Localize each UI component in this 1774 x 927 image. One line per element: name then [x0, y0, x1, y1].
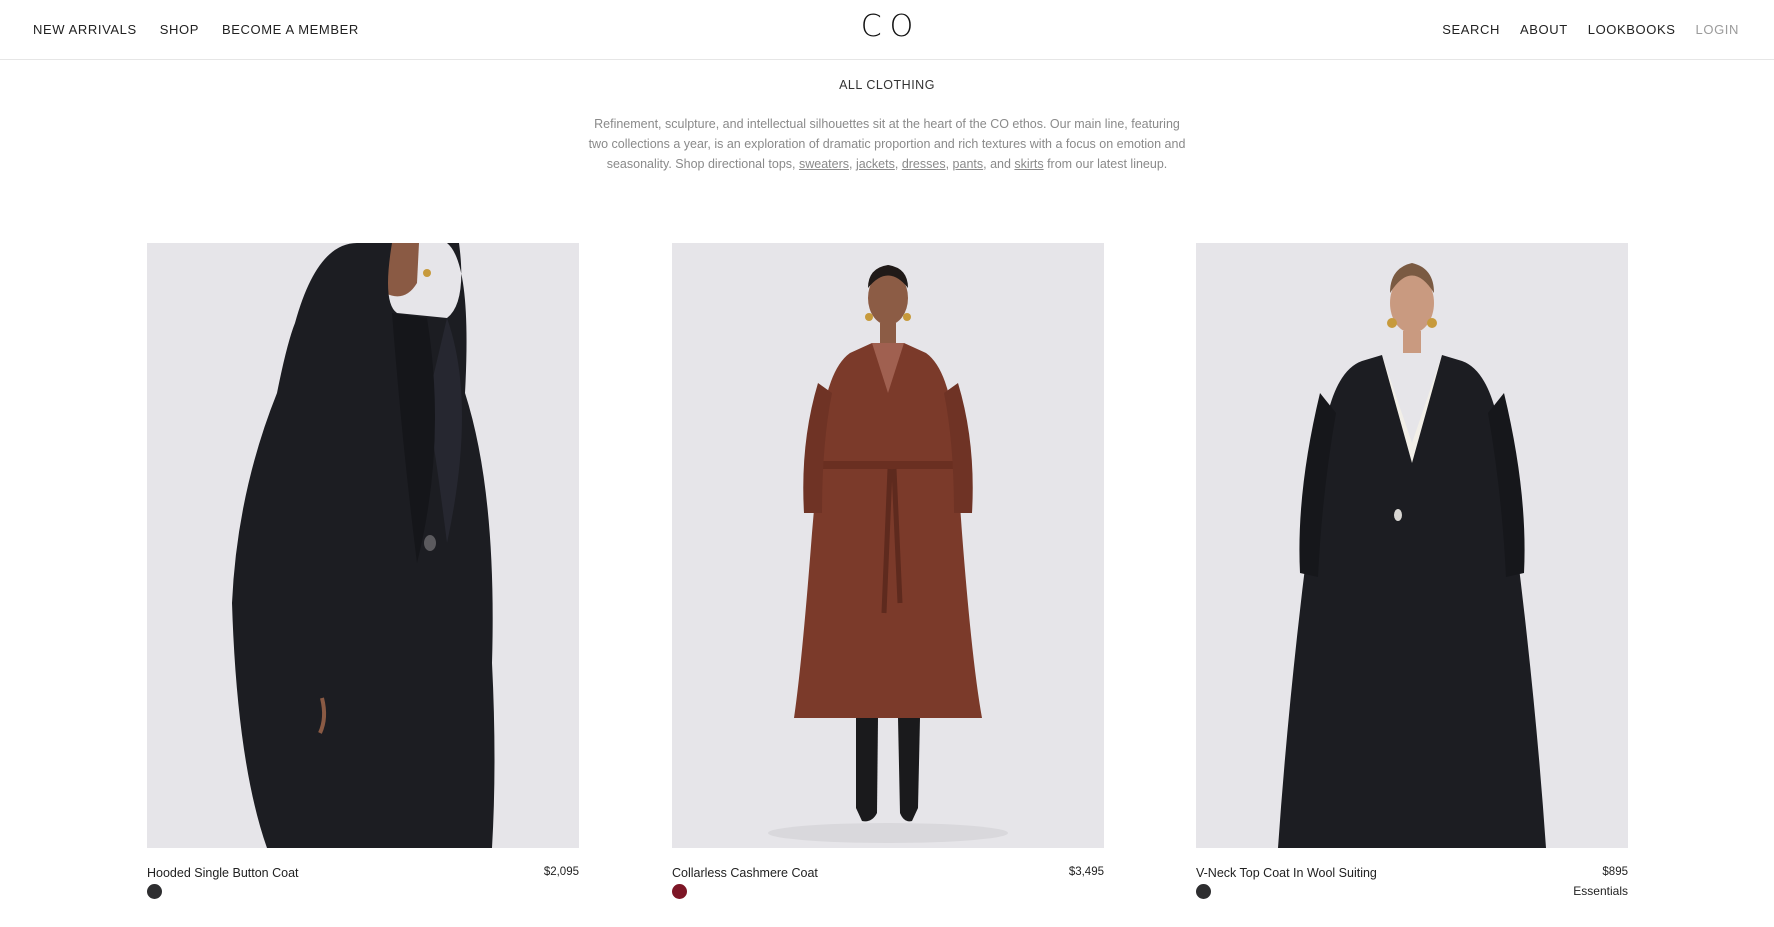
product-price: $3,495: [1068, 866, 1104, 878]
nav-login[interactable]: LOGIN: [1696, 22, 1739, 37]
product-card[interactable]: V-Neck Top Coat In Wool Suiting $895 Ess…: [1196, 243, 1628, 899]
v-neck-coat-illustration: [1196, 243, 1628, 848]
product-image-collarless-coat[interactable]: [672, 243, 1104, 848]
nav-lookbooks[interactable]: LOOKBOOKS: [1588, 22, 1676, 37]
separator: ,: [849, 157, 856, 171]
nav-shop[interactable]: SHOP: [160, 22, 199, 37]
product-image-hooded-coat[interactable]: [147, 243, 579, 848]
product-image-v-neck-coat[interactable]: [1196, 243, 1628, 848]
separator: , and: [983, 157, 1015, 171]
utility-nav: SEARCH ABOUT LOOKBOOKS LOGIN: [1442, 22, 1739, 37]
link-dresses[interactable]: dresses: [902, 157, 946, 171]
collection-description: Refinement, sculpture, and intellectual …: [587, 114, 1187, 174]
product-meta: Collarless Cashmere Coat $3,495: [672, 848, 1104, 899]
product-name[interactable]: Hooded Single Button Coat: [147, 866, 299, 880]
brand-logo[interactable]: CO: [853, 9, 922, 44]
link-pants[interactable]: pants: [953, 157, 984, 171]
product-name[interactable]: V-Neck Top Coat In Wool Suiting: [1196, 866, 1377, 880]
link-jackets[interactable]: jackets: [856, 157, 895, 171]
nav-about[interactable]: ABOUT: [1520, 22, 1568, 37]
product-price: $2,095: [543, 866, 579, 878]
product-name[interactable]: Collarless Cashmere Coat: [672, 866, 818, 880]
color-swatch[interactable]: [672, 884, 687, 899]
site-header: NEW ARRIVALS SHOP BECOME A MEMBER CO SEA…: [0, 0, 1774, 60]
description-text-end: from our latest lineup.: [1043, 157, 1168, 171]
collarless-coat-illustration: [672, 243, 1104, 848]
product-card[interactable]: Hooded Single Button Coat $2,095: [147, 243, 579, 899]
product-meta: Hooded Single Button Coat $2,095: [147, 848, 579, 899]
color-swatch[interactable]: [147, 884, 162, 899]
separator: ,: [894, 157, 902, 171]
separator: ,: [945, 157, 953, 171]
product-meta: V-Neck Top Coat In Wool Suiting $895 Ess…: [1196, 848, 1628, 899]
page-title: ALL CLOTHING: [839, 78, 935, 92]
color-swatch[interactable]: [1196, 884, 1211, 899]
link-skirts[interactable]: skirts: [1014, 157, 1043, 171]
hooded-coat-illustration: [147, 243, 579, 848]
link-sweaters[interactable]: sweaters: [799, 157, 849, 171]
primary-nav: NEW ARRIVALS SHOP BECOME A MEMBER: [33, 22, 359, 37]
product-tag-essentials: Essentials: [1573, 884, 1628, 898]
product-price: $895: [1602, 866, 1628, 878]
nav-new-arrivals[interactable]: NEW ARRIVALS: [33, 22, 137, 37]
nav-become-a-member[interactable]: BECOME A MEMBER: [222, 22, 359, 37]
nav-search[interactable]: SEARCH: [1442, 22, 1500, 37]
product-card[interactable]: Collarless Cashmere Coat $3,495: [672, 243, 1104, 899]
